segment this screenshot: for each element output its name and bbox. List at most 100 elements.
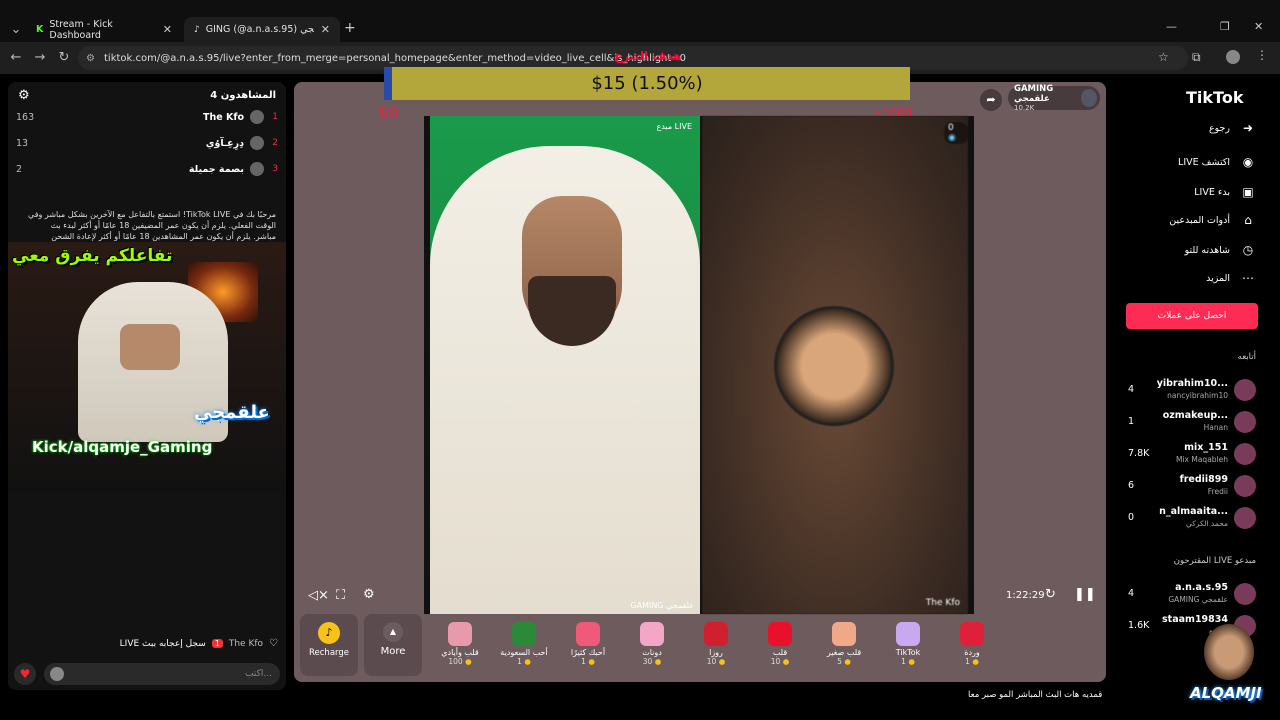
followed-creator[interactable]: 0 n_almaaita... محمد الكركي xyxy=(1128,504,1258,532)
creator-subname: Hanan xyxy=(1203,423,1228,432)
gift-name: روزا xyxy=(709,648,723,657)
coin-icon: ● xyxy=(465,657,472,666)
coin-icon: ● xyxy=(588,657,595,666)
refresh-icon[interactable]: ↻ xyxy=(1045,587,1056,602)
gift-item[interactable]: روزا 10 ● xyxy=(686,614,746,676)
avatar xyxy=(1234,583,1256,605)
coin-icon: ● xyxy=(524,657,531,666)
emoji-icon[interactable] xyxy=(50,667,64,681)
sidebar-item-more[interactable]: ⋯ المزيد xyxy=(1206,270,1256,286)
new-tab-icon[interactable]: + xyxy=(344,20,356,36)
gift-item[interactable]: قلب وأيادي 100 ● xyxy=(430,614,490,676)
back-icon[interactable]: ← xyxy=(4,50,28,65)
history-icon: ◷ xyxy=(1242,243,1254,257)
coin-icon: ● xyxy=(654,657,662,666)
ranking-row[interactable]: 13 دِرِعِـآوُي 2 xyxy=(16,130,278,156)
gift-item[interactable]: أحب السعودية 1 ● xyxy=(494,614,554,676)
gift-item[interactable]: وردة 1 ● xyxy=(942,614,1002,676)
profile-avatar[interactable] xyxy=(1226,50,1240,64)
minimize-icon[interactable]: — xyxy=(1166,20,1177,33)
get-coins-button[interactable]: احصل على عملات xyxy=(1126,303,1258,329)
settings-icon[interactable]: ⚙ xyxy=(18,88,30,103)
gift-price: 1 ● xyxy=(558,657,618,666)
sidebar-item-label: أدوات المبدعين xyxy=(1169,214,1230,226)
followed-creator[interactable]: 7.8K mix_151 Mix Maqableh xyxy=(1128,440,1258,468)
sidebar-item-history[interactable]: ◷ شاهدته للتو xyxy=(1185,242,1256,258)
tab-list-icon[interactable]: ⌄ xyxy=(4,22,28,37)
streamer-brand-logo: ALQAMJI xyxy=(1190,620,1270,716)
extensions-icon[interactable]: ⧉ xyxy=(1192,50,1201,65)
host-info[interactable]: GAMING علقمجي 10.2K xyxy=(1008,84,1100,112)
ranking-row[interactable]: 163 The Kfo 1 xyxy=(16,104,278,130)
tiktok-logo[interactable]: TikTok xyxy=(1186,88,1243,107)
followed-creator[interactable]: 4 yibrahim10... nancyibrahim10 xyxy=(1128,376,1258,404)
gift-item[interactable]: TikTok 1 ● xyxy=(878,614,938,676)
more-gifts-button[interactable]: ▲ More xyxy=(364,614,422,676)
tab-title: Stream - Kick Dashboard xyxy=(49,18,113,41)
close-tab-icon[interactable]: ✕ xyxy=(321,23,330,36)
avatar xyxy=(1234,507,1256,529)
gift-price-value: 1 xyxy=(581,657,586,666)
coin-icon: ● xyxy=(718,657,726,666)
host-avatar xyxy=(1081,89,1097,107)
host-followers: 10.2K xyxy=(1014,104,1035,112)
viewers-label: المشاهدون xyxy=(220,90,276,101)
share-icon[interactable]: ➦ xyxy=(980,89,1002,111)
creator-subname: nancyibrahim10 xyxy=(1167,391,1228,400)
gift-icon xyxy=(768,622,792,646)
followed-creator[interactable]: 1 ozmakeup... Hanan xyxy=(1128,408,1258,436)
pause-icon[interactable]: ❚❚ xyxy=(1074,587,1096,602)
tab-tiktok-live[interactable]: ♪ GING (@a.n.a.s.95) علقمجي ✕ xyxy=(184,17,340,42)
volume-icon[interactable]: ◁× xyxy=(308,588,329,603)
ranking-name: بصمة جميلة xyxy=(188,163,244,175)
gift-bar: ♪ Recharge ▲ More قلب وأيادي 100 ● أحب الس… xyxy=(300,614,1100,676)
ranking-number: 1 xyxy=(272,112,278,122)
recharge-button[interactable]: ♪ Recharge xyxy=(300,614,358,676)
viewers-header[interactable]: المشاهدون 4 xyxy=(210,90,276,101)
chat-input[interactable]: اكتب... xyxy=(44,663,280,685)
settings-icon[interactable]: ⚙ xyxy=(363,587,375,602)
gift-price-value: 1 xyxy=(901,657,906,666)
host-camera: مبدع LIVE GAMING علقمجي xyxy=(430,116,700,614)
reload-icon[interactable]: ↻ xyxy=(52,50,76,65)
fullscreen-icon[interactable]: ⛶ xyxy=(336,588,345,603)
chevron-up-icon: ▲ xyxy=(383,622,403,642)
coin-icon: ● xyxy=(782,657,790,666)
close-tab-icon[interactable]: ✕ xyxy=(163,23,172,36)
sidebar-item-back-arrow[interactable]: ➜ رجوع xyxy=(1209,120,1256,136)
guest-camera: 0 ◉ The Kfo xyxy=(702,116,968,614)
avatar xyxy=(1234,475,1256,497)
site-info-icon[interactable]: ⚙ xyxy=(86,53,95,64)
tab-kick-dashboard[interactable]: K Stream - Kick Dashboard ✕ xyxy=(26,17,182,42)
creator-name: ozmakeup... xyxy=(1162,410,1228,421)
gift-item[interactable]: قلب صغير 5 ● xyxy=(814,614,874,676)
restore-icon[interactable]: ❐ xyxy=(1220,20,1230,33)
gift-name: قلب وأيادي xyxy=(441,648,479,657)
forward-icon[interactable]: → xyxy=(28,50,52,65)
sidebar-item-tools[interactable]: ⌂ أدوات المبدعين xyxy=(1169,212,1256,228)
ranking-name: The Kfo xyxy=(202,111,244,123)
gift-item[interactable]: دونات 30 ● xyxy=(622,614,682,676)
gift-item[interactable]: قلب 10 ● xyxy=(750,614,810,676)
like-heart-button[interactable]: ♥ xyxy=(14,663,36,685)
explore-icon: ◉ xyxy=(1242,155,1254,169)
followed-creator[interactable]: 6 fredii899 Fredii xyxy=(1128,472,1258,500)
ranking-score: 2 xyxy=(16,163,23,175)
creator-count: 1 xyxy=(1128,416,1135,427)
goal-min-label: $0 xyxy=(378,103,399,122)
gift-item[interactable]: أحبك كثيرًا 1 ● xyxy=(558,614,618,676)
recharge-label: Recharge xyxy=(309,648,349,658)
creator-name: yibrahim10... xyxy=(1156,378,1228,389)
donation-goal-title: هدف التبرع xyxy=(614,49,682,63)
sidebar-item-camera[interactable]: ▣ بدء LIVE xyxy=(1194,184,1256,200)
ranking-row[interactable]: 2 بصمة جميلة 3 xyxy=(16,156,278,182)
gift-price-value: 10 xyxy=(770,657,781,666)
sidebar-item-explore[interactable]: ◉ اكتشف LIVE xyxy=(1178,154,1256,170)
browser-menu-icon[interactable]: ⋮ xyxy=(1256,48,1268,62)
avatar xyxy=(1234,443,1256,465)
gift-price-value: 30 xyxy=(642,657,653,666)
followed-creator[interactable]: 4 a.n.a.s.95 GAMING علقمجي xyxy=(1128,580,1258,608)
close-window-icon[interactable]: ✕ xyxy=(1254,20,1263,33)
bookmark-star-icon[interactable]: ☆ xyxy=(1158,50,1169,64)
heart-outline-icon: ♡ xyxy=(269,638,278,649)
